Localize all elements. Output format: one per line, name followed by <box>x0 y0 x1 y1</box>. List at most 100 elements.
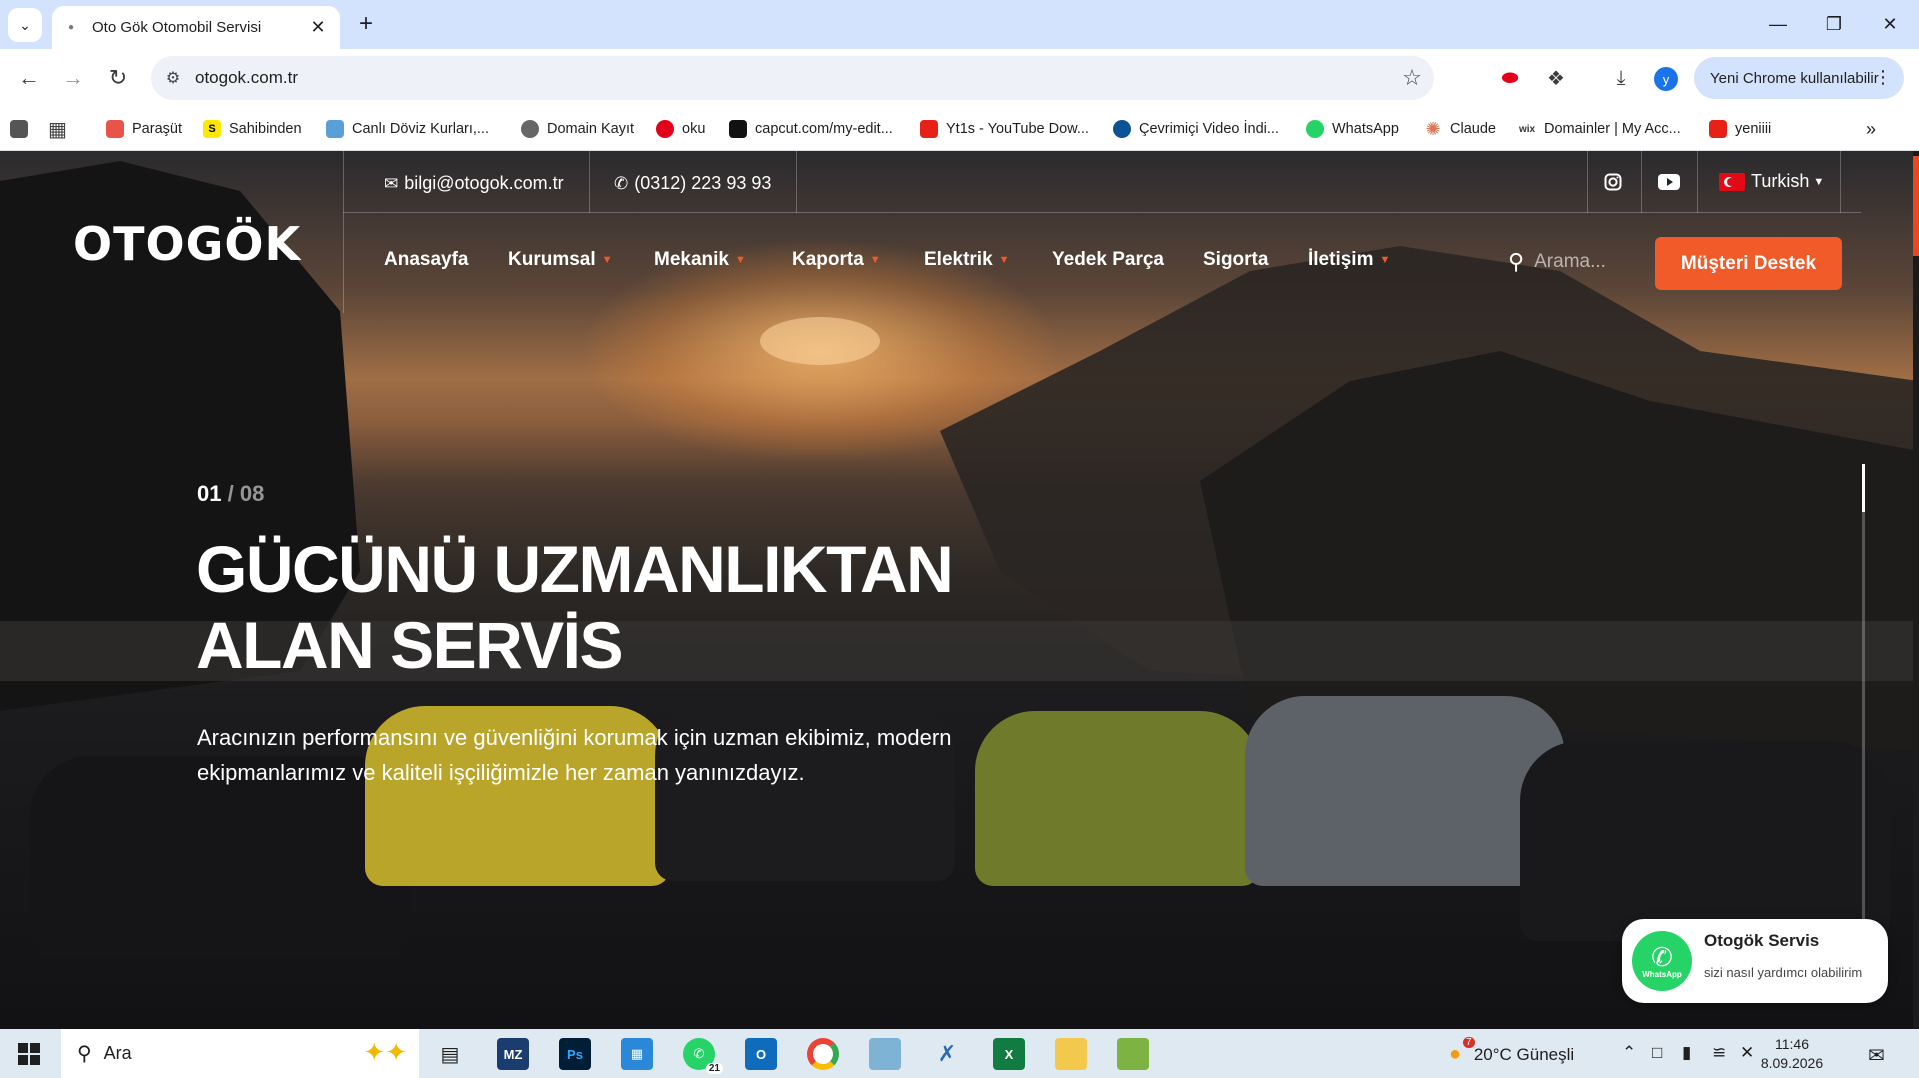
phone-icon: ✆ <box>614 173 629 193</box>
app-icon[interactable] <box>869 1038 901 1070</box>
system-clock[interactable]: 11:46 8.09.2026 <box>1757 1035 1827 1073</box>
weather-widget[interactable]: ● 7 20°C Güneşli <box>1449 1037 1575 1066</box>
opera-extension-icon[interactable]: ⬬ <box>1494 62 1526 94</box>
scrollbar-thumb[interactable] <box>1913 156 1919 256</box>
language-selector[interactable]: Turkish ▼ <box>1719 171 1824 192</box>
photoshop-icon[interactable]: Ps <box>559 1038 591 1070</box>
nav-mekanik[interactable]: Mekanik ▼ <box>654 249 746 271</box>
battery-icon[interactable]: ▮ <box>1682 1043 1691 1063</box>
tab-title: Oto Gök Otomobil Servisi <box>92 19 262 36</box>
active-tab[interactable]: ● Oto Gök Otomobil Servisi ✕ <box>52 6 340 49</box>
nav-elektrik[interactable]: Elektrik ▼ <box>924 249 1010 271</box>
top-info-bar <box>343 151 1861 213</box>
site-logo[interactable]: OTOGÖK <box>73 217 301 271</box>
task-view-icon[interactable]: ▤ <box>434 1038 466 1070</box>
bookmark-yt1s[interactable]: Yt1s - YouTube Dow... <box>920 118 1089 140</box>
bookmark-whatsapp[interactable]: WhatsApp <box>1306 118 1399 140</box>
calendar-app-icon[interactable]: ▦ <box>621 1038 653 1070</box>
bookmarks-bar: ▦ Paraşüt S Sahibinden Canlı Döviz Kurlar… <box>0 107 1919 151</box>
tools-icon[interactable]: ✗ <box>931 1038 963 1070</box>
downloads-icon[interactable]: ⤓ <box>1605 62 1637 94</box>
outlook-icon[interactable]: O <box>745 1038 777 1070</box>
youtube-icon[interactable] <box>1657 171 1681 193</box>
bookmark-yeniiii[interactable]: yeniiii <box>1709 118 1771 140</box>
bookmark-sahibinden[interactable]: S Sahibinden <box>203 118 302 140</box>
bookmark-oku[interactable]: oku <box>656 118 705 140</box>
bookmark-domainler[interactable]: wix Domainler | My Acc... <box>1518 118 1681 140</box>
tab-search-button[interactable]: ⌄ <box>8 8 42 42</box>
parasut-icon <box>106 120 124 138</box>
language-label: Turkish <box>1751 171 1810 191</box>
bookmark-label: Paraşüt <box>132 121 182 137</box>
apps-grid-icon[interactable]: ▦ <box>48 118 67 141</box>
sidebar-toggle-icon[interactable] <box>10 118 36 140</box>
taskbar-search-label: Ara <box>103 1043 132 1063</box>
close-window-button[interactable]: ✕ <box>1862 0 1918 49</box>
weather-text: 20°C Güneşli <box>1473 1045 1575 1064</box>
nav-kaporta[interactable]: Kaporta ▼ <box>792 249 881 271</box>
more-menu-icon[interactable]: ⋮ <box>1874 67 1892 88</box>
video-download-icon <box>1113 120 1131 138</box>
nav-yedek-parca[interactable]: Yedek Parça <box>1052 249 1164 271</box>
chrome-taskbar-icon[interactable] <box>807 1038 839 1070</box>
hero-title: GÜCÜNÜ UZMANLIKTAN ALAN SERVİS <box>196 531 1096 683</box>
tab-favicon-icon: ● <box>67 22 75 33</box>
page-scrollbar[interactable] <box>1913 151 1919 1029</box>
hero-title-line: ALAN SERVİS <box>196 608 624 682</box>
whatsapp-chat-widget[interactable]: ✆ WhatsApp Otogök Servis sizi nasıl yard… <box>1622 919 1888 1003</box>
address-bar[interactable]: ⚙ otogok.com.tr ☆ <box>151 56 1434 100</box>
nav-kurumsal[interactable]: Kurumsal ▼ <box>508 249 613 271</box>
tray-app-icon[interactable]: □ <box>1652 1043 1662 1063</box>
site-info-icon[interactable]: ⚙ <box>151 68 195 88</box>
customer-support-button[interactable]: Müşteri Destek <box>1655 237 1842 290</box>
bookmark-label: Domainler | My Acc... <box>1544 121 1681 137</box>
extensions-puzzle-icon[interactable]: ❖ <box>1540 62 1572 94</box>
taskbar-search[interactable]: ⚲ Ara ✦✦ <box>61 1029 419 1078</box>
bookmark-capcut[interactable]: capcut.com/my-edit... <box>729 118 893 140</box>
search-icon[interactable]: ⚲ <box>1508 249 1524 275</box>
whatsapp-icon[interactable]: ✆ WhatsApp <box>1632 931 1692 991</box>
speaker-muted-icon[interactable]: ✕ <box>1740 1043 1754 1063</box>
new-tab-button[interactable]: + <box>352 10 380 38</box>
slide-progress-rail[interactable] <box>1862 464 1865 992</box>
close-tab-icon[interactable]: ✕ <box>308 17 328 38</box>
bookmark-claude[interactable]: ✺ Claude <box>1424 118 1496 140</box>
back-button[interactable]: ← <box>14 63 44 93</box>
nav-iletisim[interactable]: İletişim ▼ <box>1308 249 1390 271</box>
bookmark-doviz[interactable]: Canlı Döviz Kurları,... <box>326 118 489 140</box>
windows-start-icon[interactable] <box>18 1043 40 1065</box>
file-explorer-icon[interactable] <box>1055 1038 1087 1070</box>
instagram-icon[interactable] <box>1601 171 1625 193</box>
bookmark-parasut[interactable]: Paraşüt <box>106 118 182 140</box>
whatsapp-taskbar-icon[interactable]: ✆ 21 <box>683 1038 723 1074</box>
image-app-icon[interactable] <box>1117 1038 1149 1070</box>
notifications-icon[interactable]: ✉ <box>1868 1043 1885 1068</box>
nav-label: Elektrik <box>924 249 993 270</box>
more-bookmarks-icon[interactable]: » <box>1866 118 1876 140</box>
divider <box>589 151 590 213</box>
chrome-update-button[interactable]: Yeni Chrome kullanılabilir ⋮ <box>1694 57 1904 99</box>
reload-button[interactable]: ↻ <box>103 63 133 93</box>
nav-anasayfa[interactable]: Anasayfa <box>384 249 469 271</box>
bookmark-star-icon[interactable]: ☆ <box>1390 65 1434 91</box>
clock-date: 8.09.2026 <box>1760 1055 1824 1071</box>
tray-chevron-up-icon[interactable]: ⌃ <box>1622 1043 1636 1063</box>
minimize-button[interactable]: — <box>1750 0 1806 49</box>
bookmark-video-indir[interactable]: Çevrimiçi Video İndi... <box>1113 118 1279 140</box>
wifi-icon[interactable]: ≌ <box>1712 1043 1726 1063</box>
restore-button[interactable]: ❐ <box>1806 0 1862 49</box>
profile-avatar[interactable]: y <box>1654 67 1678 91</box>
bookmark-domain-kayit[interactable]: Domain Kayıt <box>521 118 634 140</box>
email-link[interactable]: ✉ bilgi@otogok.com.tr <box>384 173 564 194</box>
doviz-icon <box>326 120 344 138</box>
search-placeholder[interactable]: Arama... <box>1534 251 1606 273</box>
phone-link[interactable]: ✆ (0312) 223 93 93 <box>614 173 771 194</box>
url-text[interactable]: otogok.com.tr <box>195 68 1390 88</box>
nav-sigorta[interactable]: Sigorta <box>1203 249 1268 271</box>
notification-badge: 21 <box>705 1063 723 1074</box>
forward-button[interactable]: → <box>58 63 88 93</box>
excel-icon[interactable]: X <box>993 1038 1025 1070</box>
mz-app-icon[interactable]: MZ <box>497 1038 529 1070</box>
site-search[interactable]: ⚲ Arama... <box>1508 249 1606 275</box>
hero-description: Aracınızın performansını ve güvenliğini … <box>197 725 952 785</box>
